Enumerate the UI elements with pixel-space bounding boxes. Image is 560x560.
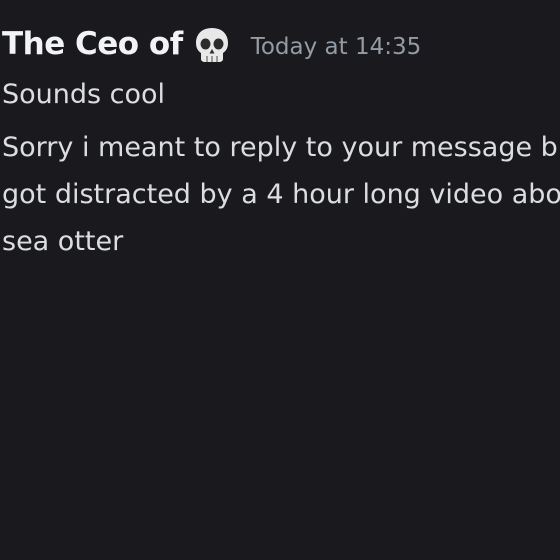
message-header: The Ceo of Today at 14:35 bbox=[2, 24, 421, 64]
message-text-line: Sounds cool bbox=[2, 79, 166, 110]
message-text-block: Sorry i meant to reply to your message b… bbox=[2, 124, 560, 265]
message-text-line: Sorry i meant to reply to your message b… bbox=[2, 132, 560, 163]
chat-message: The Ceo of Today at 14:35 Sounds cool So… bbox=[0, 0, 560, 560]
message-text-line: got distracted by a 4 hour long video ab… bbox=[2, 179, 560, 210]
skull-icon bbox=[193, 26, 231, 64]
message-text-line: sea otter bbox=[2, 226, 124, 257]
author-name[interactable]: The Ceo of bbox=[2, 26, 183, 62]
message-timestamp[interactable]: Today at 14:35 bbox=[251, 34, 422, 60]
